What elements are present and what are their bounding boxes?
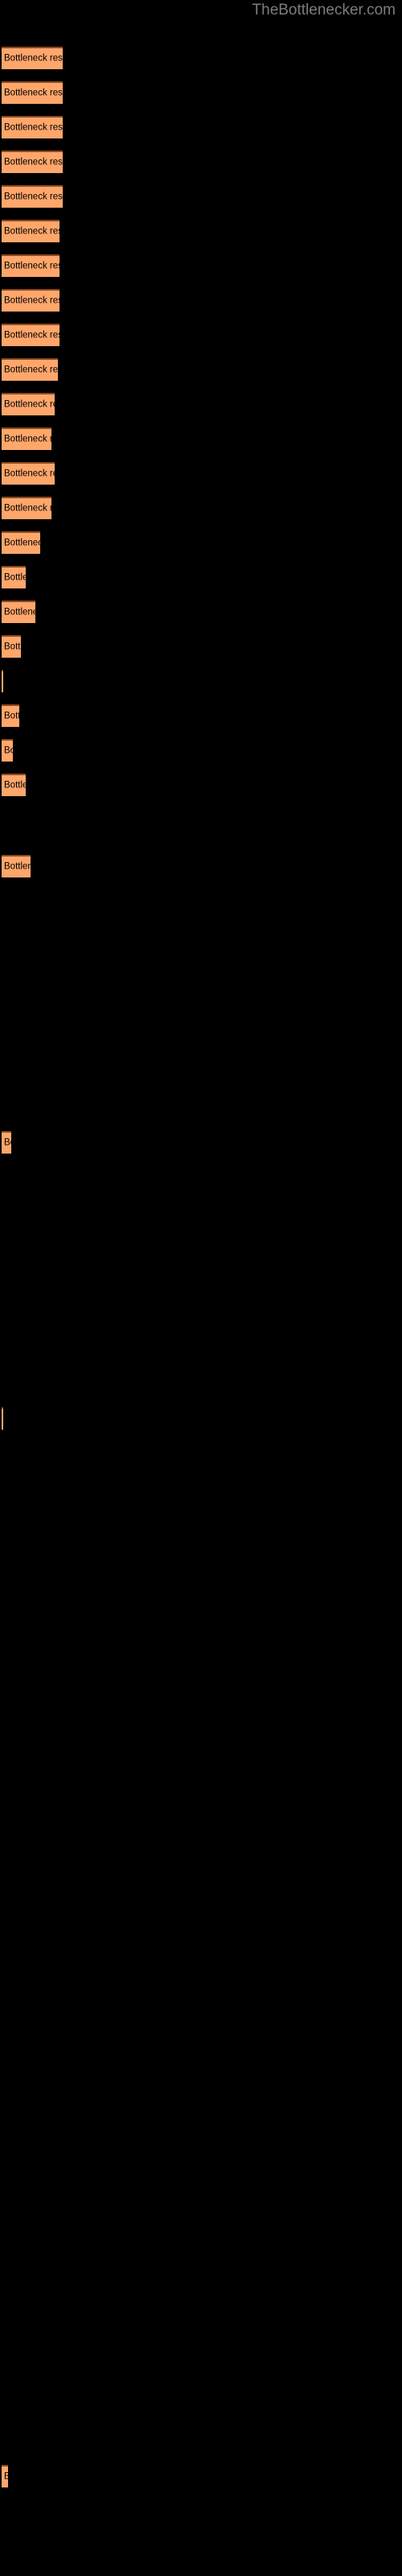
chart-bar: Bottleneck result xyxy=(2,358,58,381)
chart-bar: Bottleneck result xyxy=(2,497,51,519)
chart-bar-label: Bottleneck result xyxy=(4,192,63,202)
chart-bar-label: Bottleneck result xyxy=(4,1137,11,1148)
chart-bar-label: Bottleneck result xyxy=(4,861,31,872)
chart-bar-label: Bottleneck result xyxy=(4,2472,8,2482)
chart-bar: Bottleneck result xyxy=(2,462,55,485)
chart-bar-label: Bottleneck result xyxy=(4,538,40,548)
chart-bar: Bottleneck result xyxy=(2,566,26,588)
chart-bar: Bottleneck result xyxy=(2,2465,8,2487)
chart-bar: Bottleneck result xyxy=(2,601,35,623)
chart-bar: Bottleneck result xyxy=(2,531,40,554)
chart-bar: Bottleneck result xyxy=(2,81,63,104)
chart-bar-label: Bottleneck result xyxy=(4,780,26,791)
chart-bar-label: Bottleneck result xyxy=(4,469,55,479)
chart-bar-label: Bottleneck result xyxy=(4,745,13,756)
chart-bar: Bottleneck result xyxy=(2,427,51,450)
chart-bar: Bottleneck result xyxy=(2,185,63,208)
chart-bar: Bottleneck result xyxy=(2,47,63,69)
chart-bar: Bottleneck result xyxy=(2,289,59,312)
chart-bar-label: Bottleneck result xyxy=(4,295,59,306)
chart-bar-label: Bottleneck result xyxy=(4,642,21,652)
chart-bar-label: Bottleneck result xyxy=(4,399,55,410)
chart-bar-label: Bottleneck result xyxy=(4,330,59,341)
chart-bar-label: Bottleneck result xyxy=(4,88,63,98)
chart-bar: Bottleneck result xyxy=(2,739,13,762)
chart-bar: Bottleneck result xyxy=(2,220,59,242)
chart-bar: Bottleneck result xyxy=(2,855,31,877)
chart-bar: Bottleneck result xyxy=(2,635,21,658)
bottleneck-bar-chart: Bottleneck result Bottleneck result Bottle… xyxy=(0,0,402,2576)
chart-bar-label: Bottleneck result xyxy=(4,607,35,617)
chart-bar: Bottleneck result xyxy=(2,1131,11,1154)
chart-bar: Bottleneck result xyxy=(2,151,63,173)
chart-bar-label: Bottleneck result xyxy=(4,434,51,444)
chart-bar: Bottleneck result xyxy=(2,324,59,346)
chart-bar-label: Bottleneck result xyxy=(4,572,26,583)
chart-bar: Bottleneck result xyxy=(2,393,55,415)
chart-bar-label: Bottleneck result xyxy=(4,503,51,514)
chart-bar-label: Bottleneck result xyxy=(4,157,63,167)
chart-bar-label: Bottleneck result xyxy=(4,53,63,64)
chart-bar: Bottleneck result xyxy=(2,254,59,277)
chart-bar-label: Bottleneck result xyxy=(4,122,63,133)
chart-bar: Bottleneck result xyxy=(2,116,63,138)
chart-bar-label: Bottleneck result xyxy=(4,711,19,721)
chart-bar: Bottleneck result xyxy=(2,1407,3,1430)
chart-bar: Bottleneck result xyxy=(2,774,26,796)
chart-bar: Bottleneck result xyxy=(2,704,19,727)
chart-bar-label: Bottleneck result xyxy=(4,365,58,375)
chart-bar: Bottleneck result xyxy=(2,670,3,692)
chart-bar-label: Bottleneck result xyxy=(4,261,59,271)
chart-bar-label: Bottleneck result xyxy=(4,226,59,237)
